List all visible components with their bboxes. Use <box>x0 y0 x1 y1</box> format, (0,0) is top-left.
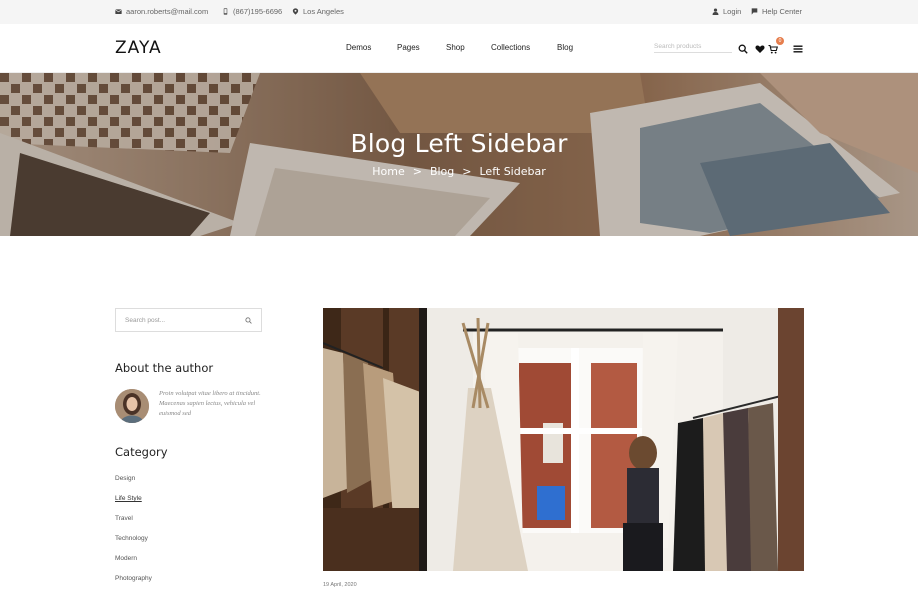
email-text: aaron.roberts@mail.com <box>126 7 209 16</box>
user-icon <box>712 8 719 15</box>
cart-count-badge: 0 <box>776 37 784 45</box>
location-pin-icon <box>292 8 299 15</box>
post-featured-image[interactable] <box>323 308 804 571</box>
top-bar: aaron.roberts@mail.com (867)195-6696 Los… <box>0 0 918 24</box>
nav-pages[interactable]: Pages <box>397 43 420 52</box>
page-title: Blog Left Sidebar <box>350 129 568 158</box>
category-photography[interactable]: Photography <box>115 575 152 582</box>
about-author-heading: About the author <box>115 361 214 375</box>
post-date: 19 April, 2020 <box>323 582 357 588</box>
nav-demos[interactable]: Demos <box>346 43 371 52</box>
product-search-input[interactable] <box>654 40 732 53</box>
contact-phone[interactable]: (867)195-6696 <box>222 7 282 16</box>
category-heading: Category <box>115 445 168 459</box>
nav-collections[interactable]: Collections <box>491 43 530 52</box>
category-design[interactable]: Design <box>115 475 135 482</box>
category-modern[interactable]: Modern <box>115 555 137 562</box>
category-travel[interactable]: Travel <box>115 515 133 522</box>
flag-icon <box>751 8 758 15</box>
nav-shop[interactable]: Shop <box>446 43 465 52</box>
category-life-style[interactable]: Life Style <box>115 495 142 502</box>
post-search-box <box>115 308 262 332</box>
breadcrumb-blog[interactable]: Blog <box>430 165 454 178</box>
search-icon[interactable] <box>245 317 252 324</box>
author-avatar <box>115 389 149 423</box>
page-banner: Blog Left Sidebar Home > Blog > Left Sidebar <box>0 73 918 236</box>
phone-icon <box>223 8 228 15</box>
category-technology[interactable]: Technology <box>115 535 148 542</box>
main-header: ZAYA Demos Pages Shop Collections Blog 0 <box>0 24 918 73</box>
breadcrumb-home[interactable]: Home <box>372 165 404 178</box>
contact-location: Los Angeles <box>292 7 344 16</box>
post-search-input[interactable] <box>125 315 235 326</box>
heart-icon[interactable] <box>755 41 765 53</box>
contact-email[interactable]: aaron.roberts@mail.com <box>115 7 208 16</box>
breadcrumb-separator: > <box>412 165 422 178</box>
site-logo[interactable]: ZAYA <box>115 38 162 58</box>
help-text: Help Center <box>762 7 803 16</box>
location-text: Los Angeles <box>303 7 344 16</box>
phone-text: (867)195-6696 <box>233 7 283 16</box>
menu-icon[interactable] <box>793 41 803 53</box>
login-link[interactable]: Login <box>712 7 741 16</box>
help-center-link[interactable]: Help Center <box>751 7 802 16</box>
breadcrumb-separator: > <box>462 165 472 178</box>
breadcrumb-current: Left Sidebar <box>479 165 546 178</box>
login-text: Login <box>723 7 742 16</box>
author-bio: Proin volutpat vitae libero at tincidunt… <box>159 390 261 417</box>
mail-icon <box>115 9 122 14</box>
nav-blog[interactable]: Blog <box>557 43 573 52</box>
search-icon[interactable] <box>738 41 748 54</box>
breadcrumb: Home > Blog > Left Sidebar <box>0 165 918 178</box>
